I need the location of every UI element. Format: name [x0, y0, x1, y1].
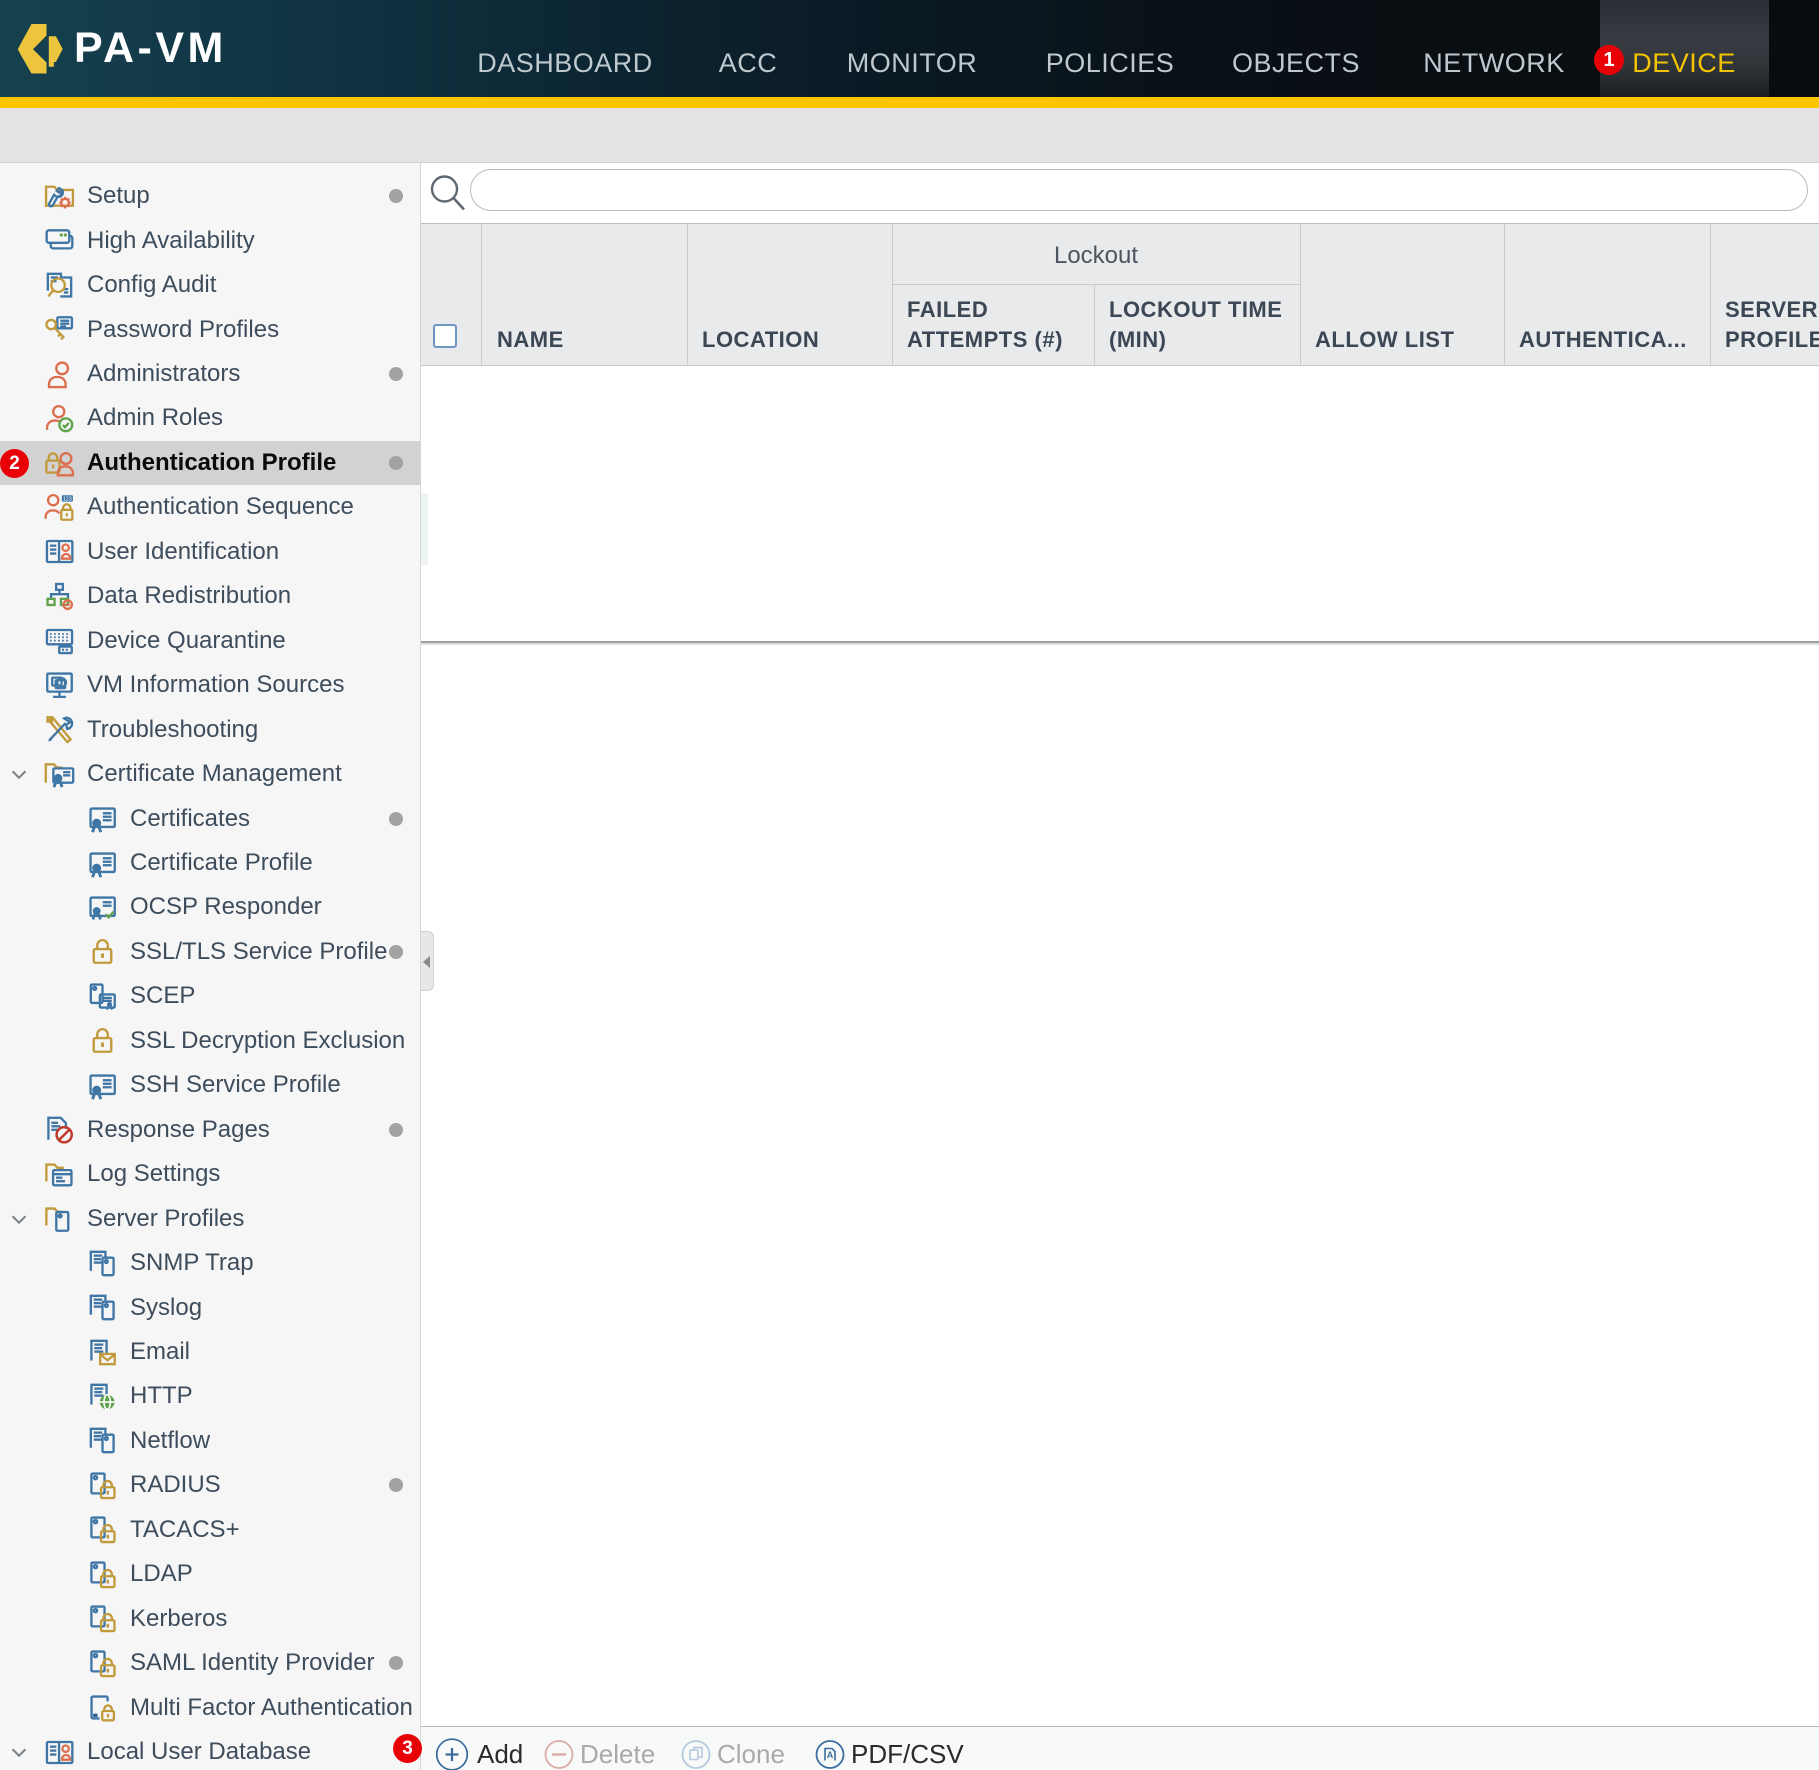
svg-text:A: A — [827, 1750, 834, 1760]
